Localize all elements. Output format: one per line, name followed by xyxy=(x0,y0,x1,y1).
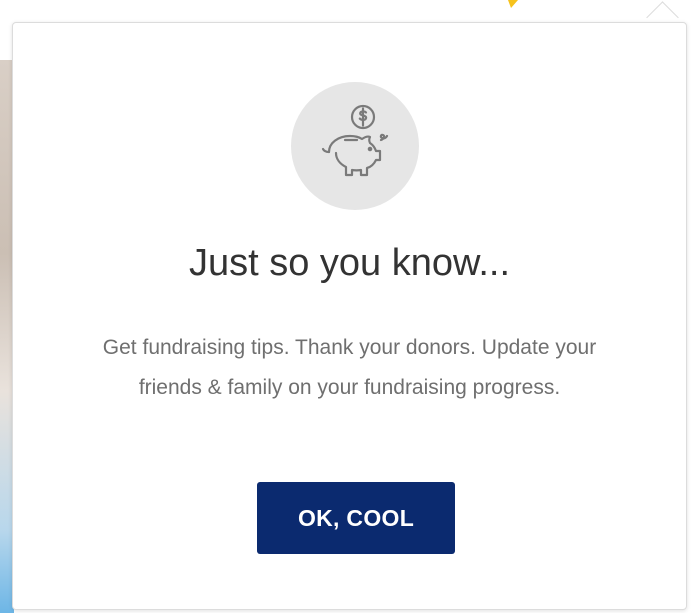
piggy-bank-icon-badge xyxy=(291,82,419,210)
dialog-message: Get fundraising tips. Thank your donors.… xyxy=(102,336,597,399)
background-accent xyxy=(508,0,518,8)
dialog-title: Just so you know... xyxy=(188,242,511,284)
ok-cool-button[interactable]: OK, COOL xyxy=(257,482,455,554)
piggy-bank-coin-icon xyxy=(321,104,389,177)
